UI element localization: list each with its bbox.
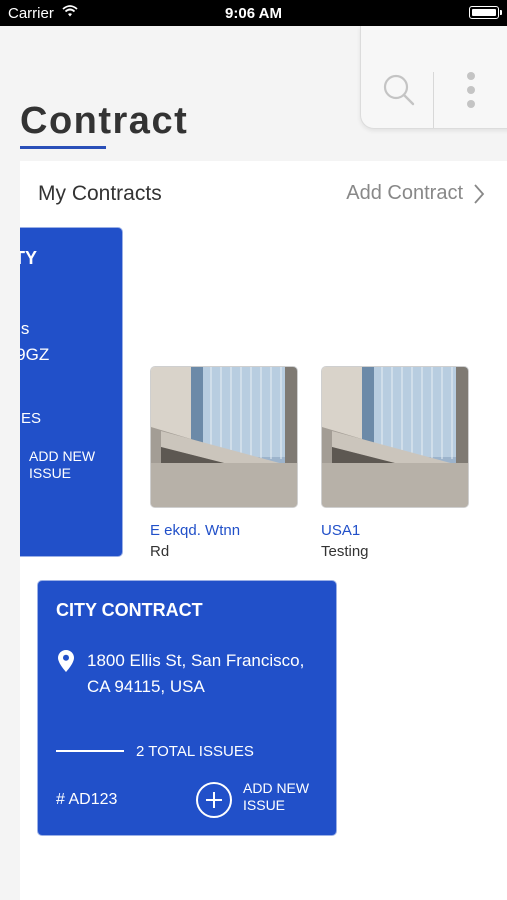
total-issues: 2 TOTAL ISSUES <box>136 743 254 760</box>
top-toolbar <box>360 26 507 129</box>
add-issue-line2: ISSUE <box>29 465 72 481</box>
chevron-right-icon <box>474 183 485 204</box>
add-new-issue-button[interactable]: ADD NEW ISSUE <box>243 780 309 814</box>
issues-fragment: ES <box>21 410 42 427</box>
contract-thumbnail[interactable] <box>321 366 469 508</box>
plus-circle-icon[interactable] <box>196 782 232 818</box>
search-button[interactable] <box>379 70 419 110</box>
status-bar: Carrier 9:06 AM <box>0 0 507 26</box>
more-options-button[interactable] <box>459 70 483 112</box>
location-pin-icon <box>58 650 74 672</box>
card-title: CITY CONTRACT <box>56 600 203 620</box>
contract-id: # AD123 <box>56 791 118 808</box>
add-new-issue-button[interactable]: ADD NEW ISSUE <box>29 448 95 482</box>
address-fragment-1: ous <box>20 319 30 338</box>
thumbnail-name[interactable]: E ekqd. Wtnn <box>150 520 240 541</box>
add-contract-link[interactable]: Add Contract <box>346 182 485 205</box>
address-fragment-2: 3 9GZ <box>20 345 50 364</box>
issues-divider <box>56 750 124 752</box>
building-image <box>322 367 468 507</box>
status-time: 9:06 AM <box>225 5 282 22</box>
contracts-panel: My Contracts Add Contract TY ous 3 9GZ E… <box>20 161 507 900</box>
contract-thumbnail[interactable] <box>150 366 298 508</box>
card-address: 1800 Ellis St, San Francisco, CA 94115, … <box>87 648 327 700</box>
add-issue-line1: ADD NEW <box>243 780 310 796</box>
contract-card[interactable]: CITY CONTRACT 1800 Ellis St, San Francis… <box>37 580 337 836</box>
page-title: Contract <box>20 100 189 142</box>
card-title-fragment: TY <box>20 248 38 268</box>
add-issue-line2: ISSUE <box>243 797 286 813</box>
contract-card-partial[interactable]: TY ous 3 9GZ ES ADD NEW ISSUE <box>20 227 123 557</box>
section-title: My Contracts <box>38 182 162 205</box>
search-icon <box>383 74 415 106</box>
battery-icon <box>469 6 502 19</box>
toolbar-divider <box>433 72 434 128</box>
thumbnail-caption: USA1 Testing <box>321 520 369 562</box>
title-underline <box>20 146 106 149</box>
more-vertical-icon <box>467 72 475 108</box>
thumbnail-subtitle: Testing <box>321 543 369 560</box>
thumbnail-name[interactable]: USA1 <box>321 520 369 541</box>
thumbnail-subtitle: Rd <box>150 543 170 560</box>
add-contract-label: Add Contract <box>346 182 463 204</box>
address-line2: CA 94115, USA <box>87 677 205 696</box>
add-issue-line1: ADD NEW <box>29 448 96 464</box>
building-image <box>151 367 297 507</box>
thumbnail-caption: E ekqd. Wtnn Rd <box>150 520 240 562</box>
address-line1: 1800 Ellis St, San Francisco, <box>87 651 305 670</box>
